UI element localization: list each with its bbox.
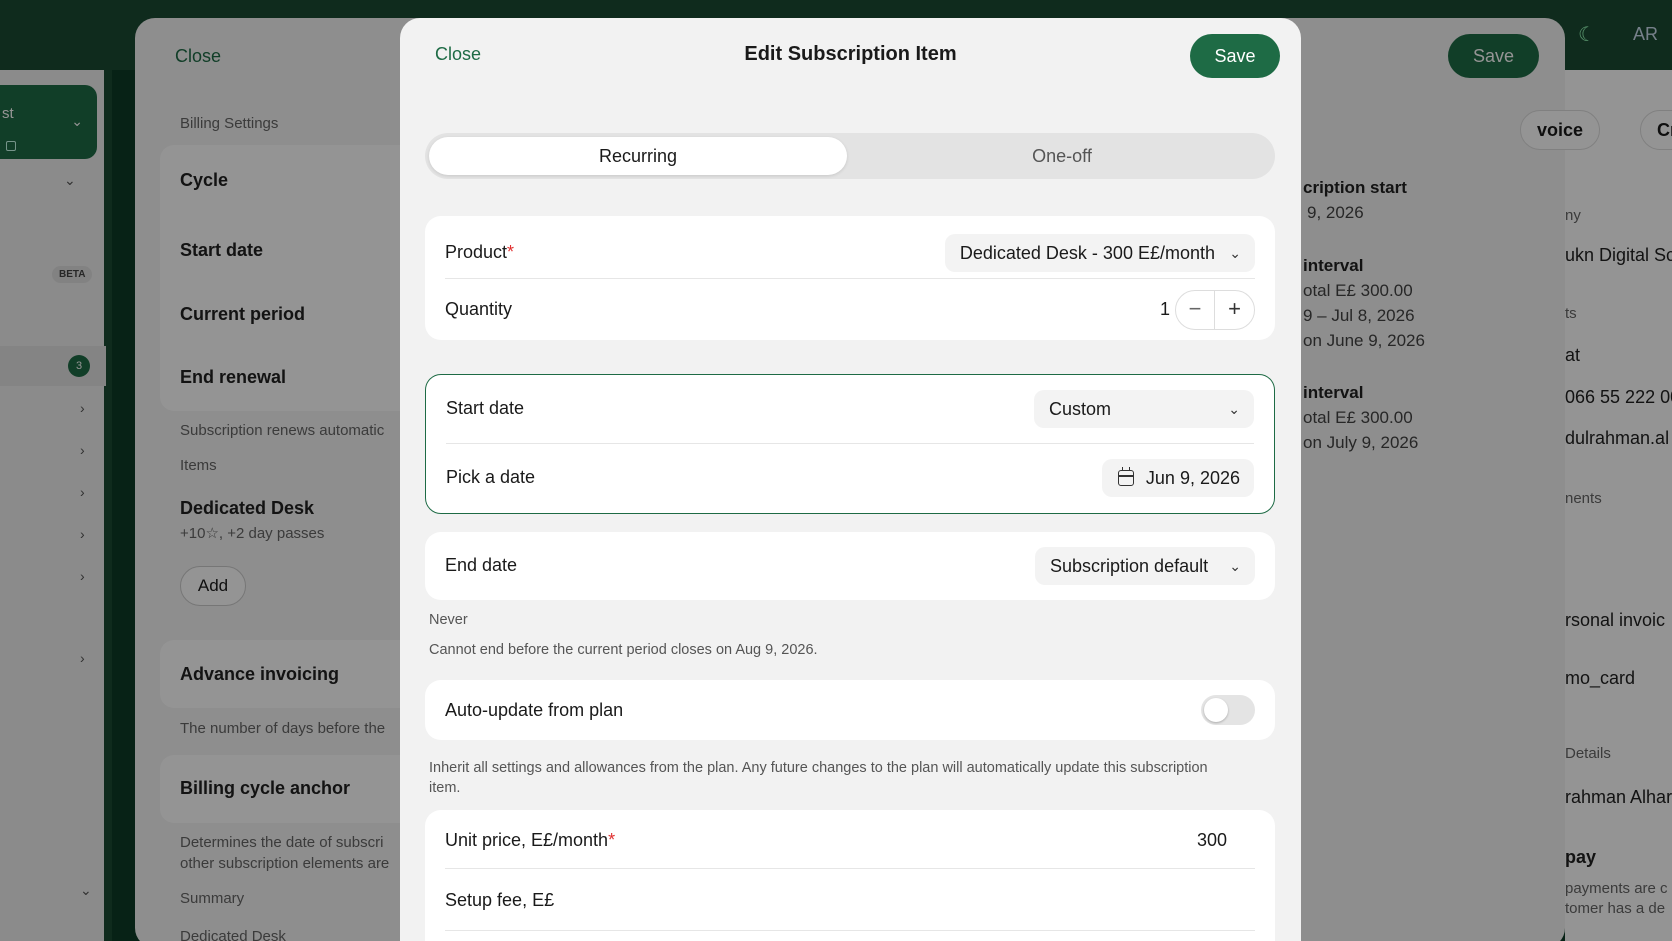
required-marker: * <box>507 242 515 262</box>
billing-type-segmented-control: Recurring One-off <box>425 133 1275 179</box>
auto-update-help: Inherit all settings and allowances from… <box>429 760 1208 796</box>
chevron-down-icon: ⌄ <box>1229 245 1241 261</box>
divider <box>445 930 1255 931</box>
divider <box>445 868 1255 869</box>
pricing-card: Unit price, E£/month* 300 Setup fee, E£ <box>425 810 1275 941</box>
tab-recurring[interactable]: Recurring <box>429 137 847 175</box>
pick-date-row: Pick a date Jun 9, 2026 <box>446 459 1254 497</box>
product-select-value: Dedicated Desk - 300 E£/month <box>959 243 1215 263</box>
auto-update-card: Auto-update from plan <box>425 680 1275 740</box>
date-picker-button[interactable]: Jun 9, 2026 <box>1101 459 1254 497</box>
increment-button[interactable]: + <box>1215 291 1254 329</box>
end-date-note: Never <box>429 612 468 628</box>
pick-date-label: Pick a date <box>446 467 536 487</box>
product-row: Product* Dedicated Desk - 300 E£/month ⌄ <box>445 234 1255 272</box>
date-picker-value: Jun 9, 2026 <box>1145 468 1240 488</box>
chevron-down-icon: ⌄ <box>1229 558 1241 574</box>
chevron-down-icon: ⌄ <box>1228 401 1240 417</box>
modal-title: Edit Subscription Item <box>744 43 957 65</box>
decrement-button[interactable]: − <box>1176 291 1215 329</box>
end-date-label: End date <box>445 555 518 575</box>
end-date-select[interactable]: Subscription default ⌄ <box>1035 547 1255 585</box>
auto-update-label: Auto-update from plan <box>445 700 624 720</box>
divider <box>446 443 1254 444</box>
auto-update-toggle[interactable] <box>1201 695 1255 725</box>
quantity-value[interactable]: 1 <box>1160 299 1170 320</box>
start-date-label: Start date <box>446 398 525 418</box>
calendar-icon <box>1117 467 1134 486</box>
start-date-select[interactable]: Custom ⌄ <box>1034 390 1254 428</box>
unit-price-input[interactable]: 300 <box>1197 830 1227 851</box>
quantity-label: Quantity <box>445 299 513 319</box>
end-date-select-value: Subscription default <box>1050 556 1209 576</box>
start-date-card: Start date Custom ⌄ Pick a date Jun 9, 2… <box>425 374 1275 514</box>
start-date-row: Start date Custom ⌄ <box>446 390 1254 428</box>
end-date-card: End date Subscription default ⌄ <box>425 532 1275 600</box>
auto-update-row: Auto-update from plan <box>445 695 1255 725</box>
product-select[interactable]: Dedicated Desk - 300 E£/month ⌄ <box>944 234 1255 272</box>
setup-fee-label: Setup fee, E£ <box>445 890 555 910</box>
edit-subscription-item-modal: Close Edit Subscription Item Save Recurr… <box>400 18 1301 941</box>
end-date-row: End date Subscription default ⌄ <box>445 547 1255 585</box>
end-date-constraint: Cannot end before the current period clo… <box>429 642 818 658</box>
required-marker: * <box>608 830 616 850</box>
divider <box>445 278 1255 279</box>
unit-price-row: Unit price, E£/month* 300 <box>445 826 1255 856</box>
quantity-row: Quantity 1 − + <box>445 290 1255 330</box>
toggle-knob <box>1204 698 1228 722</box>
product-card: Product* Dedicated Desk - 300 E£/month ⌄… <box>425 216 1275 340</box>
save-button[interactable]: Save <box>1190 34 1280 78</box>
tab-one-off[interactable]: One-off <box>853 137 1271 175</box>
quantity-stepper: − + <box>1175 290 1255 330</box>
unit-price-label: Unit price, E£/month* <box>445 830 616 850</box>
setup-fee-row: Setup fee, E£ <box>445 886 1255 916</box>
product-label: Product* <box>445 242 515 262</box>
start-date-select-value: Custom <box>1049 399 1112 419</box>
